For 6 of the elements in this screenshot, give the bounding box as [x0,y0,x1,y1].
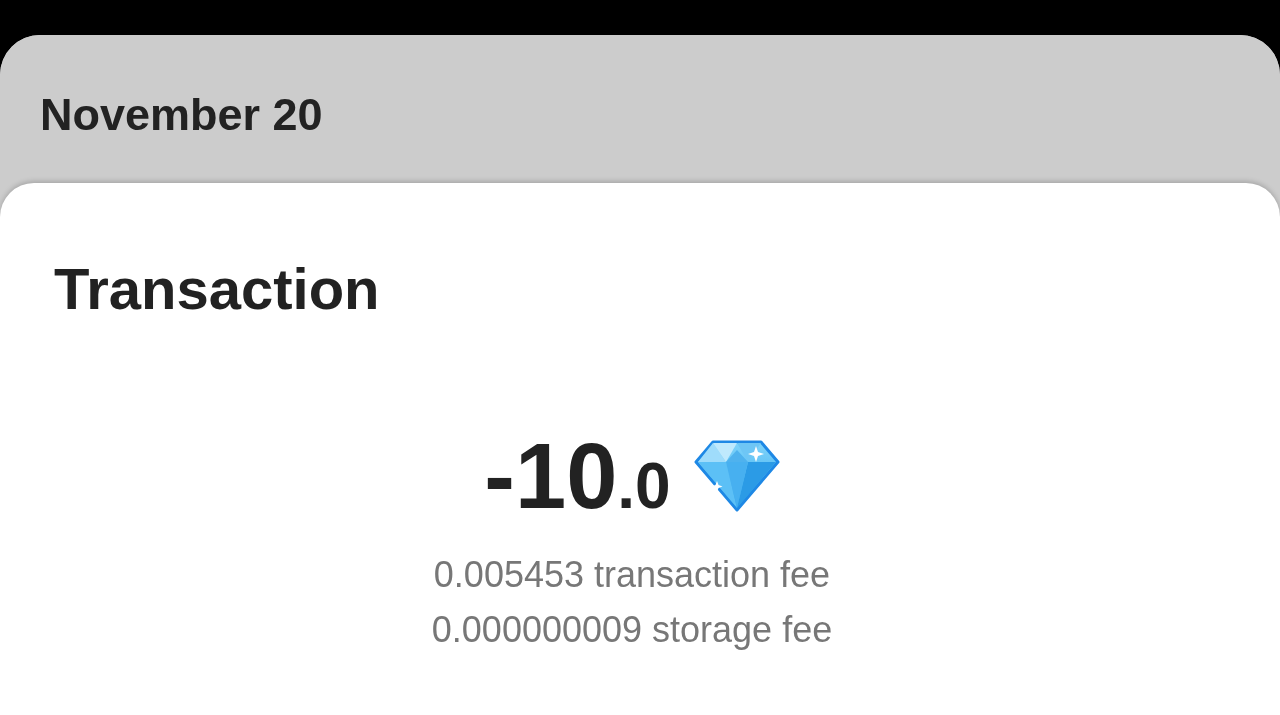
diamond-icon [693,440,780,512]
fee-text: 0.005453 transaction fee [433,553,831,597]
date-label: November 20 [40,89,323,141]
card-title: Transaction [54,255,380,323]
amount-text: -10.0 [484,430,671,522]
fee-text: 0.000000009 storage fee [431,608,833,652]
